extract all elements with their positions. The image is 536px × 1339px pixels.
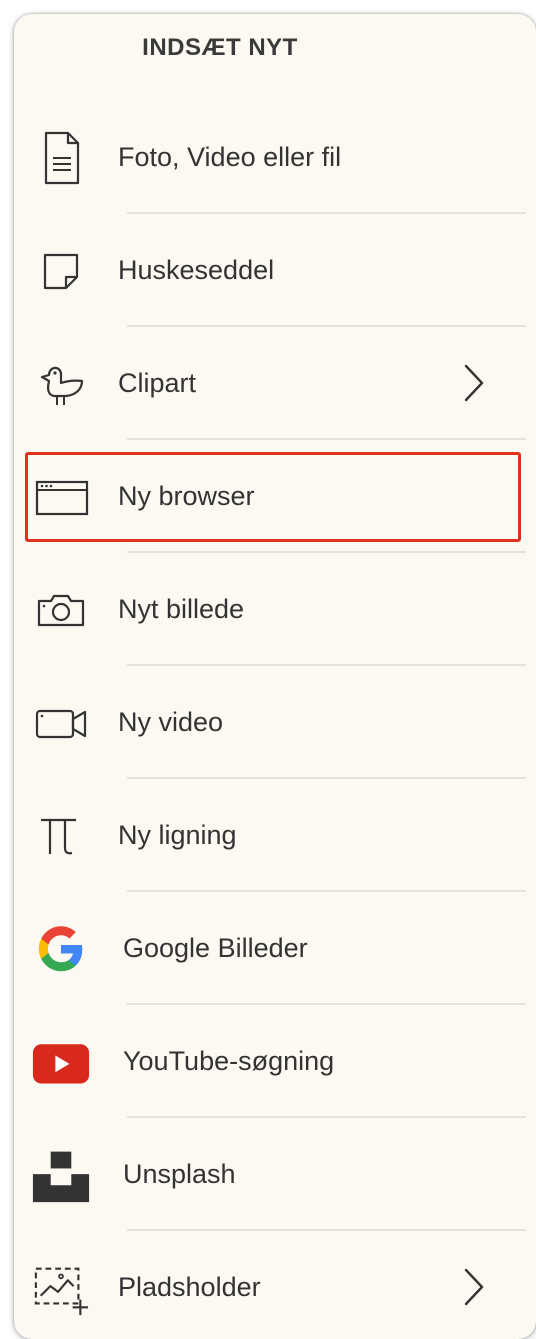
chevron-right-icon: [460, 363, 488, 403]
menu-item-unsplash[interactable]: Unsplash: [14, 1118, 536, 1230]
menu-item-label: Google Billeder: [123, 933, 308, 963]
panel-header: INDSÆT NYT: [14, 14, 536, 82]
menu-item-sticky-note[interactable]: Huskeseddel: [14, 214, 536, 326]
menu-item-new-equation[interactable]: Ny ligning: [14, 779, 536, 891]
menu-item-youtube-search[interactable]: YouTube-søgning: [14, 1005, 536, 1117]
menu-item-label: Ny browser: [118, 481, 255, 511]
video-camera-icon: [32, 694, 90, 752]
menu-item-new-picture[interactable]: Nyt billede: [14, 553, 536, 665]
menu-item-label: Ny ligning: [118, 820, 237, 850]
google-icon: [32, 920, 90, 978]
menu-item-photo-video-file[interactable]: Foto, Video eller fil: [14, 101, 536, 213]
browser-window-icon: [32, 468, 90, 526]
menu-item-new-browser[interactable]: Ny browser: [14, 440, 536, 552]
placeholder-image-icon: [32, 1259, 90, 1317]
insert-new-panel: INDSÆT NYT Foto, Video eller fil Huskese…: [14, 14, 536, 1339]
menu-item-label: Pladsholder: [118, 1272, 261, 1302]
menu-item-label: Nyt billede: [118, 594, 245, 624]
panel-title: INDSÆT NYT: [142, 34, 298, 61]
menu-item-label: Unsplash: [123, 1159, 236, 1189]
menu-item-new-video[interactable]: Ny video: [14, 666, 536, 778]
menu-item-label: Huskeseddel: [118, 255, 275, 285]
sticky-note-icon: [32, 242, 90, 300]
chevron-right-icon: [460, 1267, 488, 1307]
menu-item-label: Ny video: [118, 707, 224, 737]
unsplash-icon: [32, 1146, 90, 1204]
menu-item-placeholder[interactable]: Pladsholder: [14, 1231, 536, 1339]
youtube-icon: [32, 1033, 90, 1091]
camera-icon: [32, 581, 90, 639]
file-icon: [32, 129, 90, 187]
menu-item-label: Clipart: [118, 368, 197, 398]
menu-item-google-images[interactable]: Google Billeder: [14, 892, 536, 1004]
pi-icon: [32, 807, 90, 865]
menu-item-clipart[interactable]: Clipart: [14, 327, 536, 439]
menu-item-label: YouTube-søgning: [123, 1046, 335, 1076]
menu-item-label: Foto, Video eller fil: [118, 142, 342, 172]
bird-clipart-icon: [32, 355, 90, 413]
